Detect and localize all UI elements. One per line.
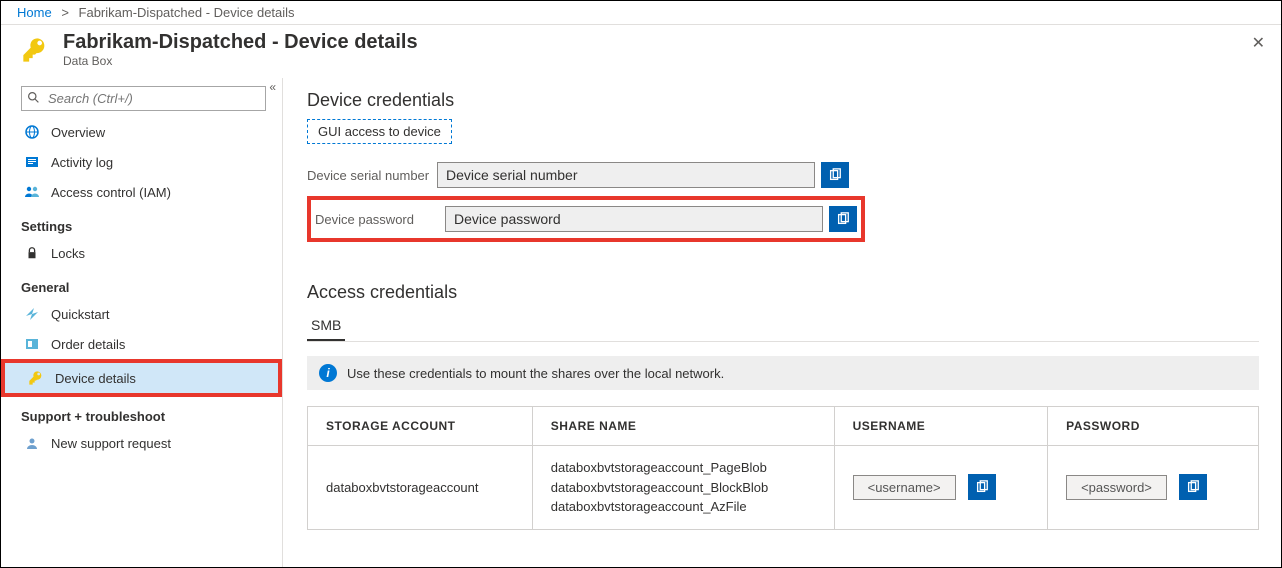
cell-password: <password> — [1048, 446, 1259, 530]
col-password: PASSWORD — [1048, 407, 1259, 446]
info-text: Use these credentials to mount the share… — [347, 366, 724, 381]
breadcrumb-separator: > — [61, 5, 69, 20]
highlight-device-password: Device password — [307, 196, 865, 242]
breadcrumb-home[interactable]: Home — [17, 5, 52, 20]
share-name: databoxbvtstorageaccount_BlockBlob — [551, 478, 816, 498]
cell-storage-account: databoxbvtstorageaccount — [308, 446, 533, 530]
key-icon — [19, 34, 51, 66]
highlight-device-details: Device details — [1, 359, 282, 397]
people-icon — [23, 184, 41, 200]
sidebar-item-label: Access control (IAM) — [51, 185, 171, 200]
sidebar-item-label: Quickstart — [51, 307, 110, 322]
page-subtitle: Data Box — [63, 54, 418, 68]
sidebar-item-label: Activity log — [51, 155, 113, 170]
col-share-name: SHARE NAME — [532, 407, 834, 446]
sidebar-item-locks[interactable]: Locks — [1, 238, 282, 268]
page-title: Fabrikam-Dispatched - Device details — [63, 31, 418, 54]
lock-icon — [23, 245, 41, 261]
sidebar: « Overview Activity log Access control (… — [1, 78, 283, 567]
breadcrumb: Home > Fabrikam-Dispatched - Device deta… — [1, 1, 1281, 25]
collapse-sidebar-icon[interactable]: « — [269, 80, 276, 94]
search-icon — [27, 91, 40, 107]
sidebar-item-quickstart[interactable]: Quickstart — [1, 299, 282, 329]
sidebar-section-general: General — [1, 268, 282, 299]
copy-icon — [1186, 480, 1200, 494]
page-header: Fabrikam-Dispatched - Device details Dat… — [1, 25, 1281, 78]
copy-password-button[interactable] — [829, 206, 857, 232]
main-content: Device credentials GUI access to device … — [283, 78, 1281, 567]
copy-row-password-button[interactable] — [1179, 474, 1207, 500]
copy-icon — [836, 212, 850, 226]
info-banner: i Use these credentials to mount the sha… — [307, 356, 1259, 390]
device-password-input[interactable] — [445, 206, 823, 232]
breadcrumb-current: Fabrikam-Dispatched - Device details — [79, 5, 295, 20]
sidebar-section-support: Support + troubleshoot — [1, 397, 282, 428]
quickstart-icon — [23, 306, 41, 322]
device-serial-input[interactable] — [437, 162, 815, 188]
share-name: databoxbvtstorageaccount_AzFile — [551, 497, 816, 517]
access-tabs: SMB — [307, 311, 1259, 342]
copy-icon — [828, 168, 842, 182]
device-password-label: Device password — [315, 212, 445, 227]
sidebar-item-overview[interactable]: Overview — [1, 117, 282, 147]
sidebar-item-label: Locks — [51, 246, 85, 261]
sidebar-search-input[interactable] — [21, 86, 266, 111]
sidebar-item-label: Overview — [51, 125, 105, 140]
order-details-icon — [23, 336, 41, 352]
copy-icon — [975, 480, 989, 494]
access-credentials-title: Access credentials — [307, 282, 1259, 303]
device-serial-label: Device serial number — [307, 168, 437, 183]
col-storage-account: STORAGE ACCOUNT — [308, 407, 533, 446]
device-credentials-title: Device credentials — [307, 90, 1259, 111]
sidebar-item-new-support-request[interactable]: New support request — [1, 428, 282, 458]
cell-share-names: databoxbvtstorageaccount_PageBlob databo… — [532, 446, 834, 530]
activity-log-icon — [23, 154, 41, 170]
sidebar-item-device-details[interactable]: Device details — [5, 363, 278, 393]
col-username: USERNAME — [834, 407, 1047, 446]
copy-username-button[interactable] — [968, 474, 996, 500]
sidebar-item-label: Device details — [55, 371, 136, 386]
copy-serial-button[interactable] — [821, 162, 849, 188]
sidebar-item-label: Order details — [51, 337, 125, 352]
tab-smb[interactable]: SMB — [307, 311, 345, 341]
sidebar-item-order-details[interactable]: Order details — [1, 329, 282, 359]
sidebar-item-access-control[interactable]: Access control (IAM) — [1, 177, 282, 207]
cell-username: <username> — [834, 446, 1047, 530]
gui-access-badge[interactable]: GUI access to device — [307, 119, 452, 144]
credentials-table: STORAGE ACCOUNT SHARE NAME USERNAME PASS… — [307, 406, 1259, 530]
key-small-icon — [27, 370, 45, 386]
support-icon — [23, 435, 41, 451]
sidebar-section-settings: Settings — [1, 207, 282, 238]
sidebar-item-activity-log[interactable]: Activity log — [1, 147, 282, 177]
sidebar-item-label: New support request — [51, 436, 171, 451]
globe-icon — [23, 124, 41, 140]
device-serial-row: Device serial number — [307, 162, 1259, 188]
info-icon: i — [319, 364, 337, 382]
username-pill: <username> — [853, 475, 956, 500]
share-name: databoxbvtstorageaccount_PageBlob — [551, 458, 816, 478]
password-pill: <password> — [1066, 475, 1167, 500]
close-button[interactable]: ✕ — [1252, 33, 1265, 53]
table-row: databoxbvtstorageaccount databoxbvtstora… — [308, 446, 1259, 530]
